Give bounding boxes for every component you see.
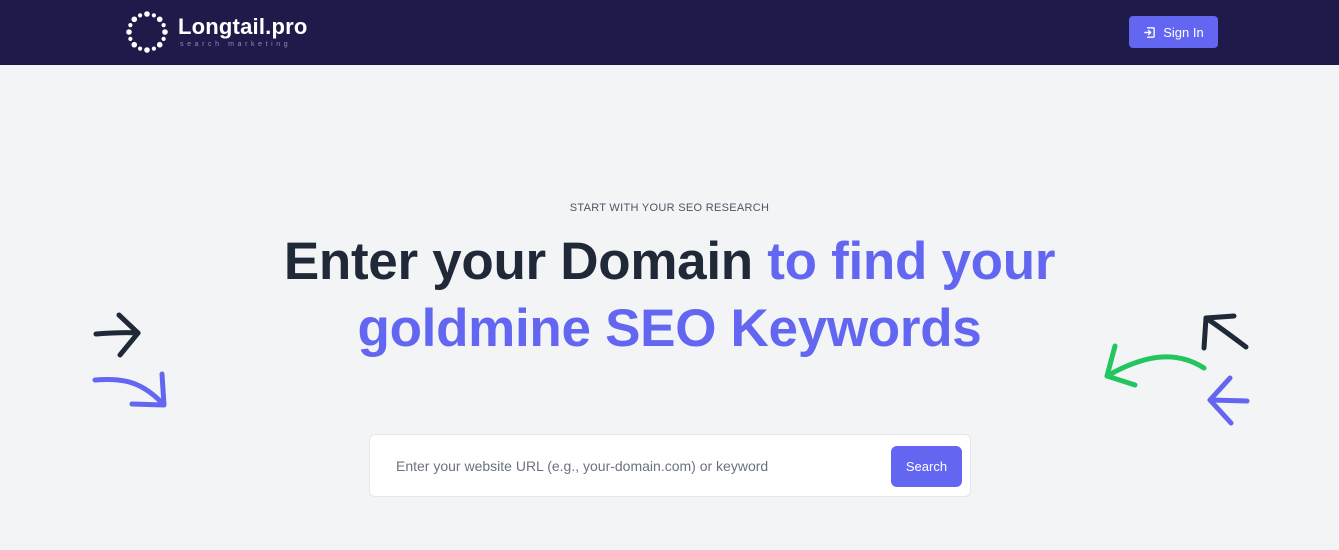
purple-chevron-left-icon bbox=[1207, 375, 1250, 426]
top-navbar: Longtail.pro search marketing Sign In bbox=[0, 0, 1339, 65]
logo-name: Longtail.pro bbox=[178, 14, 308, 39]
sign-in-label: Sign In bbox=[1163, 24, 1204, 40]
dark-arrow-right-icon bbox=[93, 312, 141, 358]
sign-in-button[interactable]: Sign In bbox=[1129, 16, 1218, 48]
sign-in-icon bbox=[1144, 26, 1156, 38]
logo-dot bbox=[144, 47, 150, 53]
search-form: Search bbox=[369, 434, 971, 497]
logo-dot bbox=[156, 16, 163, 23]
logo[interactable]: Longtail.pro search marketing bbox=[124, 9, 308, 55]
eyebrow-text: START WITH YOUR SEO RESEARCH bbox=[569, 202, 770, 214]
search-input[interactable] bbox=[386, 445, 906, 487]
headline-accent-part-1: to find your bbox=[767, 232, 1056, 291]
green-curved-arrow-icon bbox=[1104, 343, 1207, 388]
logo-dot bbox=[144, 11, 150, 17]
logo-dot bbox=[128, 23, 133, 28]
logo-dot bbox=[131, 41, 138, 48]
logo-dot bbox=[138, 46, 143, 51]
logo-dot bbox=[151, 46, 156, 51]
logo-dot bbox=[131, 16, 138, 23]
logo-dot bbox=[161, 23, 166, 28]
headline-accent-part-2: goldmine SEO Keywords bbox=[357, 299, 982, 358]
purple-curved-arrow-icon bbox=[92, 371, 167, 408]
dark-arrow-up-left-icon bbox=[1201, 313, 1249, 351]
logo-tagline: search marketing bbox=[180, 41, 292, 48]
logo-dot bbox=[128, 36, 133, 41]
search-button[interactable]: Search bbox=[891, 446, 962, 487]
logo-dot bbox=[126, 29, 132, 35]
headline-dark-part: Enter your Domain bbox=[283, 232, 753, 291]
logo-dot bbox=[151, 13, 156, 18]
logo-dot bbox=[138, 13, 143, 18]
logo-text: Longtail.pro search marketing bbox=[178, 14, 308, 49]
logo-dot bbox=[161, 36, 166, 41]
logo-dot bbox=[162, 29, 168, 35]
logo-dot bbox=[156, 41, 163, 48]
dotted-circle-logo-icon bbox=[126, 11, 168, 53]
